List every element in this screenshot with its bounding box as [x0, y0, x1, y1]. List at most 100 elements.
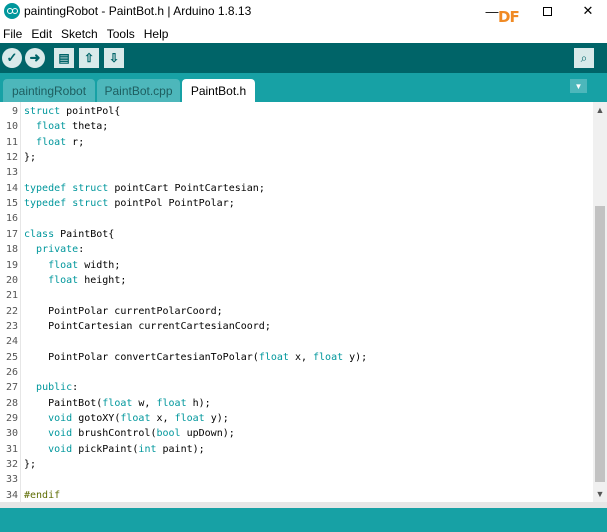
menu-help[interactable]: Help — [141, 27, 175, 41]
minimize-button[interactable]: — — [470, 0, 514, 22]
line-number: 16 — [5, 213, 18, 225]
new-sketch-button[interactable]: ▤ — [54, 48, 74, 68]
tab-paintingrobot[interactable]: paintingRobot — [3, 79, 95, 102]
chevron-down-icon: ▼ — [574, 81, 583, 91]
close-button[interactable]: ✕ — [566, 0, 607, 22]
line-number: 31 — [5, 443, 18, 455]
magnifier-icon: ⌕ — [580, 50, 588, 65]
line-number: 14 — [5, 182, 18, 194]
maximize-icon — [542, 6, 552, 16]
line-number: 24 — [5, 336, 18, 348]
line-number: 30 — [5, 428, 18, 440]
code-line: 24 — [0, 334, 593, 349]
line-number: 19 — [5, 259, 18, 271]
console-status-bar — [0, 508, 607, 532]
line-number: 21 — [5, 290, 18, 302]
line-text: private: — [36, 244, 85, 256]
line-number: 25 — [5, 351, 18, 363]
menu-file[interactable]: File — [0, 27, 28, 41]
vertical-scrollbar[interactable]: ▲ ▼ — [593, 102, 607, 502]
line-text: PointPolar convertCartesianToPolar(float… — [24, 351, 368, 363]
line-text: typedef struct pointPol PointPolar; — [24, 198, 235, 210]
serial-monitor-button[interactable]: ⌕ — [574, 48, 594, 68]
code-line: 28 PaintBot(float w, float h); — [0, 396, 593, 411]
title-bar: paintingRobot - PaintBot.h | Arduino 1.8… — [0, 0, 607, 26]
arrow-right-icon: ➜ — [29, 50, 41, 65]
line-number: 10 — [5, 121, 18, 133]
line-text: float height; — [48, 274, 127, 286]
line-text: void pickPaint(int paint); — [48, 443, 205, 455]
line-text: }; — [24, 152, 37, 164]
line-text: PointCartesian currentCartesianCoord; — [24, 320, 271, 332]
code-line: 19 float width; — [0, 258, 593, 273]
code-line: 17 class PaintBot{ — [0, 227, 593, 242]
code-line: 16 — [0, 211, 593, 226]
code-line: 23 PointCartesian currentCartesianCoord; — [0, 319, 593, 334]
open-sketch-button[interactable]: ⇧ — [79, 48, 99, 68]
code-line: 26 — [0, 365, 593, 380]
save-sketch-button[interactable]: ⇩ — [104, 48, 124, 68]
tab-bar: paintingRobot PaintBot.cpp PaintBot.h ▼ — [0, 73, 607, 102]
line-text: PaintBot(float w, float h); — [24, 397, 211, 409]
maximize-button[interactable] — [525, 0, 569, 22]
menu-edit[interactable]: Edit — [28, 27, 58, 41]
line-number: 32 — [5, 459, 18, 471]
arrow-up-icon: ⇧ — [83, 51, 95, 65]
line-number: 23 — [5, 320, 18, 332]
line-text: void brushControl(bool upDown); — [48, 428, 235, 440]
code-line: 10 float theta; — [0, 119, 593, 134]
code-line: 12}; — [0, 150, 593, 165]
line-text: #endif — [24, 489, 61, 501]
minimize-icon: — — [485, 3, 499, 19]
code-line: 18 private: — [0, 242, 593, 257]
code-editor[interactable]: 9 struct pointPol{10 float theta; 11 float… — [0, 102, 593, 502]
line-number: 26 — [5, 366, 18, 378]
tab-menu-button[interactable]: ▼ — [570, 79, 587, 93]
line-number: 28 — [5, 397, 18, 409]
code-line: 30 void brushControl(bool upDown); — [0, 426, 593, 441]
menu-sketch[interactable]: Sketch — [58, 27, 104, 41]
line-text: float r; — [36, 136, 85, 148]
line-number: 29 — [5, 413, 18, 424]
menu-tools[interactable]: Tools — [104, 27, 141, 41]
line-text: float width; — [48, 259, 121, 271]
arduino-logo-icon — [4, 3, 20, 19]
line-number: 27 — [5, 382, 18, 394]
line-text: void gotoXY(float x, float y); — [48, 413, 229, 424]
checkmark-icon: ✓ — [6, 50, 18, 65]
line-text: float theta; — [36, 121, 109, 133]
chevron-down-icon: ▼ — [595, 488, 605, 499]
code-line: 15 typedef struct pointPol PointPolar; — [0, 196, 593, 211]
line-number: 33 — [5, 474, 18, 486]
line-number: 15 — [5, 198, 18, 210]
code-line: 27 public: — [0, 380, 593, 395]
line-number: 18 — [5, 244, 18, 256]
line-text: }; — [24, 459, 37, 471]
window-title: paintingRobot - PaintBot.h | Arduino 1.8… — [24, 4, 252, 18]
scroll-down-button[interactable]: ▼ — [593, 486, 607, 501]
arrow-down-icon: ⇩ — [108, 51, 120, 65]
code-line: 34 #endif — [0, 488, 593, 502]
code-line: 25 PointPolar convertCartesianToPolar(fl… — [0, 350, 593, 365]
code-line: 11 float r; — [0, 135, 593, 150]
code-line: 33 — [0, 472, 593, 487]
line-number: 12 — [5, 152, 18, 164]
upload-button[interactable]: ➜ — [25, 48, 45, 68]
line-text: PointPolar currentPolarCoord; — [24, 305, 223, 317]
scroll-up-button[interactable]: ▲ — [593, 102, 607, 117]
verify-button[interactable]: ✓ — [2, 48, 22, 68]
code-line: 29 void gotoXY(float x, float y); — [0, 411, 593, 426]
line-number: 34 — [5, 489, 18, 501]
close-icon: ✕ — [582, 3, 594, 18]
line-text: class PaintBot{ — [24, 228, 115, 240]
line-number: 17 — [5, 228, 18, 240]
code-line: 21 — [0, 288, 593, 303]
scroll-thumb[interactable] — [595, 206, 605, 482]
line-number: 11 — [5, 136, 18, 148]
tab-paintbot-h[interactable]: PaintBot.h — [182, 79, 255, 102]
code-line: 9 struct pointPol{ — [0, 104, 593, 119]
line-number: 9 — [11, 106, 18, 117]
tab-paintbot-cpp[interactable]: PaintBot.cpp — [97, 79, 180, 102]
line-number: 13 — [5, 167, 18, 179]
line-number: 20 — [5, 274, 18, 286]
